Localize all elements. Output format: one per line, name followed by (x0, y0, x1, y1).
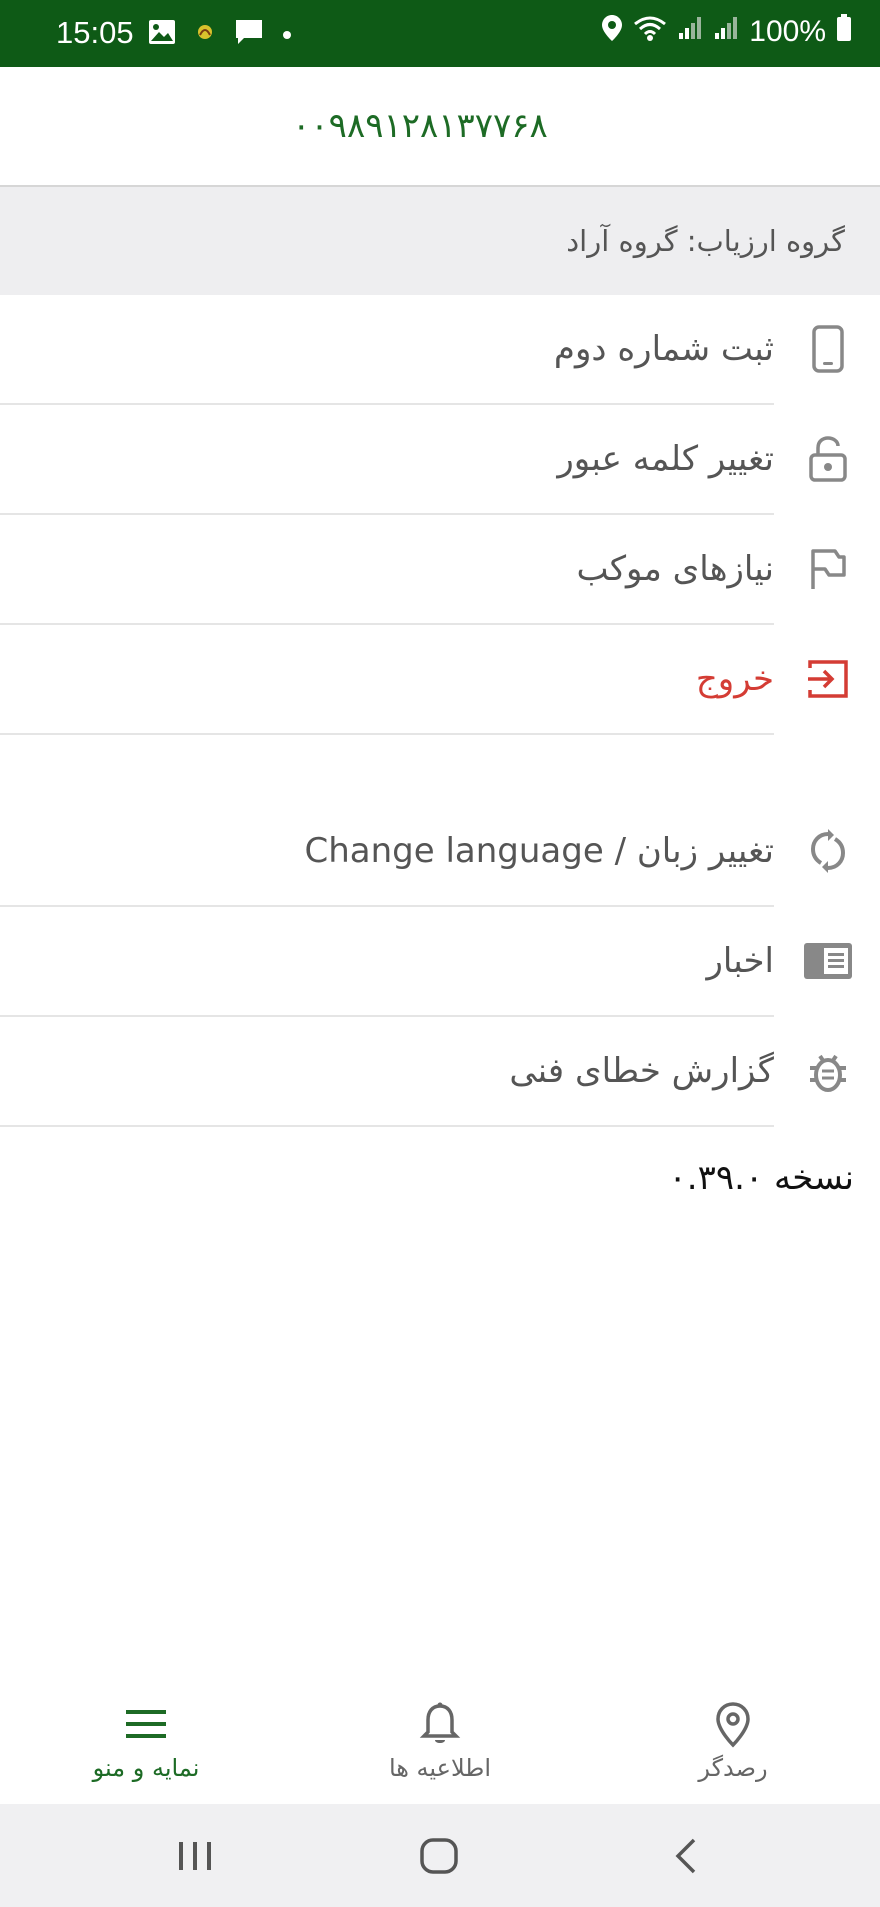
menu-item-change-language[interactable]: تغییر زبان / Change language (0, 797, 846, 907)
menu-item-label: گزارش خطای فنی (509, 1051, 774, 1091)
status-bar: 15:05 100% (0, 0, 880, 67)
image-icon (148, 19, 176, 49)
menu-item-label: ثبت شماره دوم (553, 329, 774, 369)
menu-item-second-number[interactable]: ثبت شماره دوم (0, 295, 844, 405)
menu-item-label: خروج (695, 659, 774, 699)
menu-item-logout[interactable]: خروج (0, 625, 848, 735)
home-icon[interactable] (418, 1834, 462, 1878)
menu-primary: ثبت شماره دوم تغییر کلمه عبور نیازهای مو… (0, 295, 848, 735)
wifi-icon (633, 14, 667, 50)
dot-icon (282, 25, 292, 44)
phone-number: ۰۰۹۸۹۱۲۸۱۳۷۷۶۸ (292, 106, 548, 146)
menu-item-label: نیازهای موکب (576, 549, 774, 589)
app-notification-icon (194, 21, 216, 47)
profile-header: ۰۰۹۸۹۱۲۸۱۳۷۷۶۸ (0, 67, 880, 187)
battery-icon (836, 14, 852, 50)
nav-tab-profile-menu[interactable]: نمایه و منو (46, 1676, 246, 1804)
lock-icon (800, 431, 856, 487)
back-icon[interactable] (666, 1834, 710, 1878)
battery-label: 100% (749, 15, 826, 48)
bottom-nav: نمایه و منو اطلاعیه ها رصدگر (0, 1676, 880, 1804)
menu-item-label: تغییر کلمه عبور (557, 439, 774, 479)
nav-tab-label: نمایه و منو (92, 1754, 200, 1782)
logout-icon (800, 651, 856, 707)
status-time: 15:05 (56, 15, 134, 50)
location-icon (601, 14, 623, 50)
message-icon (234, 18, 264, 50)
menu-item-bug-report[interactable]: گزارش خطای فنی (0, 1017, 846, 1127)
menu-item-change-password[interactable]: تغییر کلمه عبور (0, 405, 847, 515)
nav-tab-tracker[interactable]: رصدگر (633, 1676, 833, 1804)
group-row: گروه ارزیاب: گروه آراد (0, 187, 880, 295)
group-label: گروه ارزیاب: گروه آراد (566, 224, 845, 258)
menu-item-label: اخبار (706, 941, 774, 981)
nav-tab-notifications[interactable]: اطلاعیه ها (340, 1676, 540, 1804)
flag-icon (800, 541, 856, 597)
status-left-icons (148, 18, 292, 50)
recent-apps-icon[interactable] (173, 1834, 217, 1878)
system-nav-bar (0, 1804, 880, 1907)
news-icon (800, 933, 856, 989)
signal-icon (677, 15, 703, 49)
menu-secondary: تغییر زبان / Change language اخبار گزارش… (0, 797, 852, 1127)
menu-item-label: تغییر زبان / Change language (304, 831, 774, 871)
app-version: نسخه ۰.۳۹.۰ (668, 1158, 854, 1198)
refresh-icon (800, 823, 856, 879)
phone-icon (800, 321, 856, 377)
status-right: 100% (601, 14, 852, 50)
location-pin-icon (709, 1700, 757, 1748)
menu-item-news[interactable]: اخبار (0, 907, 852, 1017)
bell-icon (416, 1700, 464, 1748)
menu-item-mokeb-needs[interactable]: نیازهای موکب (0, 515, 846, 625)
nav-tab-label: رصدگر (698, 1754, 768, 1782)
menu-icon (122, 1700, 170, 1748)
bug-icon (800, 1043, 856, 1099)
icon-strip (774, 295, 880, 1125)
signal-icon (713, 15, 739, 49)
nav-tab-label: اطلاعیه ها (388, 1754, 492, 1782)
